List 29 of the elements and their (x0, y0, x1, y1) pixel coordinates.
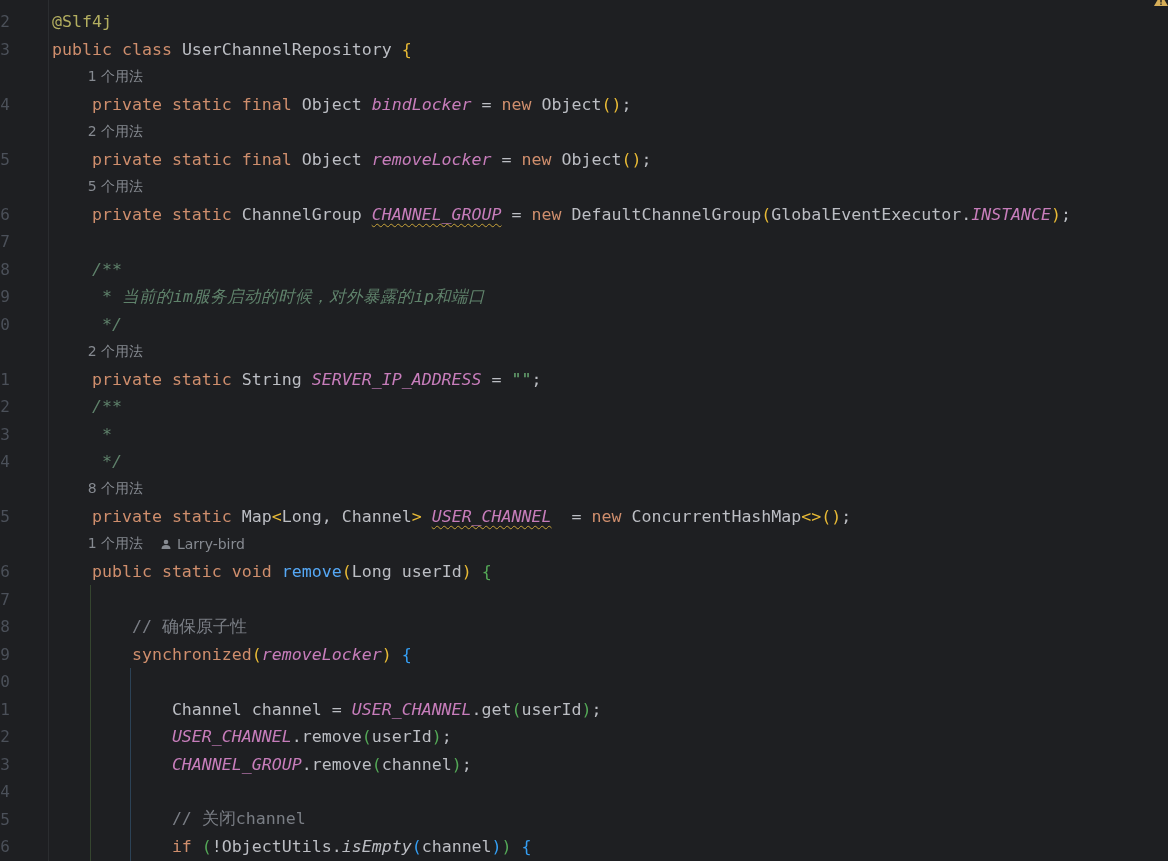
person-icon (161, 539, 171, 550)
code-line: // 确保原子性 (131, 615, 247, 638)
code-line: public class UserChannelRepository { (52, 39, 412, 59)
code-line: @Slf4j (52, 12, 112, 32)
code-line: /** (91, 397, 122, 417)
usage-hint[interactable]: 2 个用法 (87, 342, 143, 361)
code-line: public static void remove(Long userId) { (91, 562, 492, 582)
code-line: * (101, 424, 112, 444)
code-line: private static String SERVER_IP_ADDRESS = ""; (91, 369, 542, 389)
code-line: private static final Object removeLocker = new Object(); (91, 149, 652, 169)
usage-hint[interactable]: 5 个用法 (87, 177, 143, 196)
usage-hint[interactable]: 8 个用法 (87, 480, 143, 499)
usage-hint[interactable]: 1 个用法 (87, 535, 143, 554)
usage-hint[interactable]: 2 个用法 (87, 122, 143, 141)
code-line: /** (91, 259, 122, 279)
code-line: synchronized(removeLocker) { (131, 644, 412, 664)
code-line: // 关闭channel (171, 808, 306, 831)
code-line: */ (101, 314, 122, 334)
code-line: USER_CHANNEL.remove(userId); (171, 727, 452, 747)
code-line: CHANNEL_GROUP.remove(channel); (171, 754, 472, 774)
code-line: private static final Object bindLocker = new Object(); (91, 94, 632, 114)
usage-hint[interactable]: 1 个用法 (87, 67, 143, 86)
code-line: private static ChannelGroup CHANNEL_GROUP = new DefaultChannelGroup(GlobalEventExecutor.INSTANCE); (91, 204, 1072, 224)
code-line: */ (101, 452, 122, 472)
code-line: if (!ObjectUtils.isEmpty(channel)) { (171, 837, 532, 857)
code-line: private static Map<Long, Channel> USER_CHANNEL = new ConcurrentHashMap<>(); (91, 507, 852, 527)
code-line: Channel channel = USER_CHANNEL.get(userId); (171, 699, 602, 719)
code-line: * 当前的im服务启动的时候，对外暴露的ip和端口 (101, 285, 485, 308)
author-hint[interactable]: Larry-bird (177, 536, 245, 553)
